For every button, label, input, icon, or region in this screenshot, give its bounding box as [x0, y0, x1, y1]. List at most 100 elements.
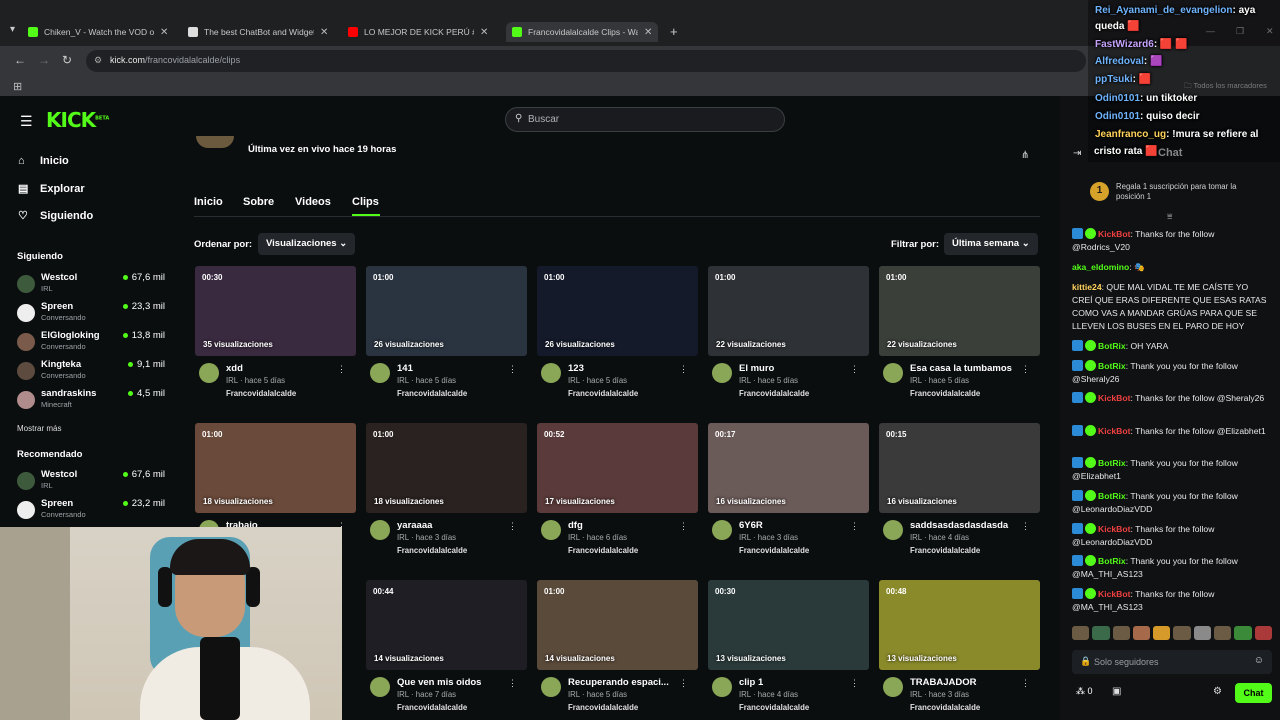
clip-thumbnail[interactable]: 00:15 16 visualizaciones [879, 423, 1040, 513]
clip-title[interactable]: Esa casa la tumbamos [910, 363, 1022, 374]
chat-username[interactable]: KickBot [1098, 426, 1130, 436]
show-more-link[interactable]: Mostrar más [17, 424, 61, 433]
clip-channel[interactable]: Francovidalalcalde [568, 703, 638, 712]
tab-list-chevron-icon[interactable]: ▾ [10, 24, 26, 40]
tab-videos[interactable]: Videos [295, 196, 331, 208]
chat-username[interactable]: kittie24 [1072, 282, 1102, 292]
clip-thumbnail[interactable]: 01:00 26 visualizaciones [366, 266, 527, 356]
clip-thumbnail[interactable]: 01:00 22 visualizaciones [708, 266, 869, 356]
sidebar-channel[interactable]: sandraskins Minecraft 4,5 mil [17, 388, 165, 416]
gift-sub-text[interactable]: Regala 1 suscripción para tomar la posic… [1116, 182, 1266, 202]
more-options-icon[interactable]: ⋮ [508, 521, 517, 532]
clip-channel[interactable]: Francovidalalcalde [910, 546, 980, 555]
clip-channel-avatar[interactable] [541, 520, 561, 540]
clip-channel[interactable]: Francovidalalcalde [397, 703, 467, 712]
clip-channel[interactable]: Francovidalalcalde [226, 389, 296, 398]
clip-card[interactable]: 01:00 22 visualizaciones El muro IRL · hace… [708, 266, 869, 411]
clip-thumbnail[interactable]: 01:00 18 visualizaciones [366, 423, 527, 513]
new-tab-button[interactable]: + [670, 24, 678, 39]
chat-username[interactable]: BotRix [1098, 491, 1126, 501]
clip-card[interactable]: 00:15 16 visualizaciones saddsasdasdasdasd… [879, 423, 1040, 568]
order-dropdown[interactable]: Visualizaciones ⌄ [258, 233, 356, 255]
clip-channel[interactable]: Francovidalalcalde [397, 389, 467, 398]
more-options-icon[interactable]: ⋮ [679, 678, 688, 689]
clip-thumbnail[interactable]: 00:30 35 visualizaciones [195, 266, 356, 356]
chat-username[interactable]: KickBot [1098, 524, 1130, 534]
clip-channel[interactable]: Francovidalalcalde [910, 703, 980, 712]
tab-close-icon[interactable]: ✕ [320, 27, 328, 38]
clip-title[interactable]: yaraaaa [397, 520, 509, 531]
clip-title[interactable]: Que ven mis oidos [397, 677, 509, 688]
clip-card[interactable]: 01:00 18 visualizaciones yaraaaa IRL · hace… [366, 423, 527, 568]
clip-channel-avatar[interactable] [541, 363, 561, 383]
clip-card[interactable]: 00:48 13 visualizaciones TRABAJADOR IRL · h… [879, 580, 1040, 720]
clip-thumbnail[interactable]: 00:17 16 visualizaciones [708, 423, 869, 513]
clip-title[interactable]: El muro [739, 363, 851, 374]
clip-thumbnail[interactable]: 01:00 26 visualizaciones [537, 266, 698, 356]
clip-channel-avatar[interactable] [883, 520, 903, 540]
more-options-icon[interactable]: ⋮ [679, 521, 688, 532]
sidebar-channel[interactable]: ElGlogloking Conversando 13,8 mil [17, 330, 165, 358]
clip-title[interactable]: 6Y6R [739, 520, 851, 531]
collapse-chat-icon[interactable]: ⇥ [1073, 148, 1081, 159]
tab-inicio[interactable]: Inicio [194, 196, 223, 208]
clip-title[interactable]: TRABAJADOR [910, 677, 1022, 688]
clip-card[interactable]: 01:00 22 visualizaciones Esa casa la tumba… [879, 266, 1040, 411]
kick-logo[interactable]: KICKBETA [46, 108, 109, 132]
more-options-icon[interactable]: ⋮ [679, 364, 688, 375]
chat-settings-gear-icon[interactable]: ⚙ [1213, 686, 1222, 697]
chat-username[interactable]: KickBot [1098, 393, 1130, 403]
clip-channel-avatar[interactable] [712, 677, 732, 697]
tab-close-icon[interactable]: ✕ [160, 27, 168, 38]
clip-card[interactable]: 01:00 14 visualizaciones Recuperando espac… [537, 580, 698, 720]
chat-username[interactable]: BotRix [1098, 556, 1126, 566]
forward-icon[interactable]: → [38, 53, 50, 67]
clip-channel[interactable]: Francovidalalcalde [910, 389, 980, 398]
clip-title[interactable]: xdd [226, 363, 338, 374]
clip-thumbnail[interactable]: 01:00 22 visualizaciones [879, 266, 1040, 356]
search-input[interactable]: ⚲ Buscar [505, 107, 785, 132]
browser-tab[interactable]: LO MEJOR DE KICK PERÚ #13 | ✕ [348, 22, 488, 42]
tab-close-icon[interactable]: ✕ [644, 27, 652, 38]
clip-thumbnail[interactable]: 01:00 14 visualizaciones [537, 580, 698, 670]
chat-username[interactable]: KickBot [1098, 589, 1130, 599]
more-options-icon[interactable]: ⋮ [850, 364, 859, 375]
clip-title[interactable]: 141 [397, 363, 509, 374]
clip-channel-avatar[interactable] [883, 677, 903, 697]
emote-bar[interactable] [1072, 626, 1272, 642]
clip-channel-avatar[interactable] [370, 677, 390, 697]
clip-channel[interactable]: Francovidalalcalde [739, 546, 809, 555]
share-icon[interactable]: ⋔ [1021, 150, 1029, 161]
url-field[interactable]: ⚙ kick.com/francovidalalcalde/clips [86, 50, 1086, 72]
menu-icon[interactable]: ☰ [20, 113, 33, 130]
emote-picker-icon[interactable]: ☺ [1254, 655, 1264, 666]
back-icon[interactable]: ← [14, 53, 26, 67]
clip-channel[interactable]: Francovidalalcalde [397, 546, 467, 555]
clip-channel-avatar[interactable] [712, 520, 732, 540]
tab-close-icon[interactable]: ✕ [480, 27, 488, 38]
more-options-icon[interactable]: ⋮ [508, 364, 517, 375]
browser-tab[interactable]: Francovidalalcalde Clips - Watc ✕ [506, 22, 659, 42]
clip-channel-avatar[interactable] [883, 363, 903, 383]
browser-tab[interactable]: Chiken_V - Watch the VOD on K ✕ [28, 22, 168, 42]
gift-box-icon[interactable]: ▣ [1112, 686, 1121, 697]
more-options-icon[interactable]: ⋮ [1021, 521, 1030, 532]
clip-thumbnail[interactable]: 01:00 18 visualizaciones [195, 423, 356, 513]
clip-title[interactable]: dfg [568, 520, 680, 531]
clip-thumbnail[interactable]: 00:48 13 visualizaciones [879, 580, 1040, 670]
clip-title[interactable]: saddsasdasdasdasda [910, 520, 1022, 531]
sidebar-nav-siguiendo[interactable]: ♡ Siguiendo [18, 209, 93, 223]
chat-input[interactable]: 🔒 Solo seguidores ☺ [1072, 650, 1272, 674]
kicks-counter[interactable]: ⁂ 0 [1076, 686, 1093, 697]
browser-tab[interactable]: The best ChatBot and Widgets ✕ [188, 22, 328, 42]
send-chat-button[interactable]: Chat [1235, 683, 1272, 703]
sidebar-channel[interactable]: Spreen Conversando 23,3 mil [17, 301, 165, 329]
clip-card[interactable]: 01:00 26 visualizaciones 123 IRL · hace 5 d… [537, 266, 698, 411]
sidebar-nav-explorar[interactable]: ▤ Explorar [18, 182, 85, 196]
sidebar-channel[interactable]: Westcol IRL 67,6 mil [17, 469, 165, 497]
clip-thumbnail[interactable]: 00:52 17 visualizaciones [537, 423, 698, 513]
clip-channel[interactable]: Francovidalalcalde [739, 703, 809, 712]
chat-username[interactable]: BotRix [1098, 341, 1126, 351]
clip-channel[interactable]: Francovidalalcalde [568, 389, 638, 398]
clip-title[interactable]: Recuperando espaci... [568, 677, 680, 688]
